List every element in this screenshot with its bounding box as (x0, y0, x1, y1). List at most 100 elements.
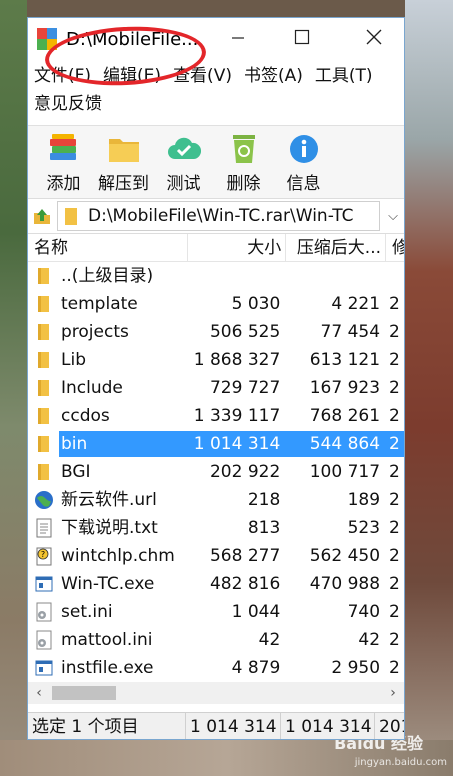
info-button[interactable]: 信息 (274, 133, 333, 198)
file-name-cell: template (28, 291, 188, 317)
file-modified: 2 (389, 406, 400, 426)
folder-icon (34, 406, 54, 426)
file-size: 4 879 (231, 658, 281, 678)
file-row[interactable]: instfile.exe 4 879 2 950 2 (28, 654, 404, 682)
ini-file-icon (34, 602, 54, 622)
column-modified[interactable]: 修 (386, 234, 404, 262)
books-add-icon (49, 134, 76, 160)
path-field[interactable]: D:\MobileFile\Win-TC.rar\Win-TC (57, 201, 380, 231)
file-row[interactable]: ccdos 1 339 117 768 261 2 (28, 402, 404, 430)
file-name: BGI (61, 462, 91, 482)
up-folder-icon[interactable] (31, 205, 53, 227)
file-row[interactable]: 下载说明.txt 813 523 2 (28, 514, 404, 542)
file-packed-size: 4 221 (331, 294, 381, 314)
file-name-cell: bin (28, 431, 188, 457)
file-name: instfile.exe (61, 658, 154, 678)
menu-bar: 文件(F) 编辑(E) 查看(V) 书签(A) 工具(T) 意见反馈 (28, 60, 404, 117)
folder-icon (34, 322, 54, 342)
file-name: mattool.ini (61, 630, 153, 650)
menu-file[interactable]: 文件(F) (34, 63, 91, 89)
menu-feedback[interactable]: 意见反馈 (34, 91, 102, 117)
minimize-button[interactable] (214, 18, 262, 60)
chevron-down-icon[interactable]: ⌵ (382, 209, 404, 224)
file-name: wintchlp.chm (61, 546, 175, 566)
scroll-thumb[interactable] (52, 686, 116, 700)
menu-edit[interactable]: 编辑(E) (103, 63, 161, 89)
info-icon (289, 135, 318, 163)
archive-window: D:\MobileFile... 文件(F) 编辑(E) 查看(V) 书签(A)… (27, 17, 405, 740)
file-name-cell: ccdos (28, 403, 188, 429)
file-modified: 2 (389, 462, 400, 482)
file-name: 新云软件.url (61, 490, 157, 510)
file-size: 482 816 (209, 574, 281, 594)
file-modified (386, 263, 404, 289)
file-name-cell: 新云软件.url (28, 487, 188, 513)
delete-button[interactable]: 删除 (214, 133, 273, 198)
file-name-cell: set.ini (28, 599, 188, 625)
file-modified: 2 (389, 602, 400, 622)
file-packed-size: 613 121 (309, 350, 381, 370)
folder-icon (34, 294, 54, 314)
test-label: 测试 (166, 174, 201, 194)
menu-tools[interactable]: 工具(T) (315, 63, 373, 89)
menu-view[interactable]: 查看(V) (173, 63, 232, 89)
extract-to-button[interactable]: 解压到 (94, 133, 153, 198)
scroll-track[interactable] (50, 682, 382, 704)
file-name-cell: mattool.ini (28, 627, 188, 653)
extract-to-label: 解压到 (98, 174, 149, 194)
file-row[interactable]: Lib 1 868 327 613 121 2 (28, 346, 404, 374)
file-name-cell: ? wintchlp.chm (28, 543, 188, 569)
file-row[interactable]: BGI 202 922 100 717 2 (28, 458, 404, 486)
folder-icon (34, 378, 54, 398)
folder-extract-icon (108, 139, 139, 162)
file-modified: 2 (389, 546, 400, 566)
file-packed-size: 740 (347, 602, 381, 622)
file-name-cell: Win-TC.exe (28, 571, 188, 597)
file-size: 1 339 117 (193, 406, 281, 426)
file-name: ccdos (61, 406, 110, 426)
exe-file-icon (34, 574, 54, 594)
column-name[interactable]: 名称 (28, 233, 188, 262)
scroll-left-icon[interactable]: ‹ (28, 682, 50, 704)
column-packed[interactable]: 压缩后大... (286, 233, 387, 262)
file-row[interactable]: template 5 030 4 221 2 (28, 290, 404, 318)
title-bar[interactable]: D:\MobileFile... (28, 18, 404, 60)
status-date: 201 (379, 716, 404, 737)
file-modified: 2 (389, 518, 400, 538)
add-button[interactable]: 添加 (34, 133, 93, 198)
status-packed: 1 014 314 (281, 713, 375, 739)
file-row[interactable]: 新云软件.url 218 189 2 (28, 486, 404, 514)
close-button[interactable] (350, 18, 398, 60)
file-row[interactable]: bin 1 014 314 544 864 2 (28, 430, 404, 458)
address-bar: D:\MobileFile\Win-TC.rar\Win-TC ⌵ (28, 198, 404, 234)
file-name-cell: Include (28, 375, 188, 401)
menu-bookmarks[interactable]: 书签(A) (244, 63, 303, 89)
file-name-cell: 下载说明.txt (28, 515, 188, 541)
close-icon (366, 29, 382, 50)
file-row[interactable]: ? wintchlp.chm 568 277 562 450 2 (28, 542, 404, 570)
file-name-cell: ..(上级目录) (28, 263, 188, 289)
watermark-url: jingyan.baidu.com (354, 757, 447, 768)
file-row[interactable]: Win-TC.exe 482 816 470 988 2 (28, 570, 404, 598)
cloud-check-icon (167, 137, 201, 159)
folder-icon (34, 434, 54, 454)
toolbar: 添加 解压到 测试 删除 信息 (28, 125, 404, 198)
maximize-icon (294, 29, 310, 50)
horizontal-scrollbar[interactable]: ‹ › (28, 682, 404, 704)
file-row[interactable]: mattool.ini 42 42 2 (28, 626, 404, 654)
desktop-background-right (405, 0, 453, 776)
file-row[interactable]: Include 729 727 167 923 2 (28, 374, 404, 402)
file-row[interactable]: projects 506 525 77 454 2 (28, 318, 404, 346)
test-button[interactable]: 测试 (154, 133, 213, 198)
file-size: 1 868 327 (193, 350, 281, 370)
file-size: 5 030 (231, 294, 281, 314)
maximize-button[interactable] (278, 18, 326, 60)
file-row[interactable]: set.ini 1 044 740 2 (28, 598, 404, 626)
file-list: ..(上级目录) template 5 030 4 221 2 projects 506 5… (28, 262, 404, 682)
file-packed-size: 189 (347, 490, 381, 510)
file-size: 1 044 (231, 602, 281, 622)
file-row[interactable]: ..(上级目录) (28, 262, 404, 290)
scroll-right-icon[interactable]: › (382, 682, 404, 704)
file-name: Lib (61, 350, 86, 370)
column-size[interactable]: 大小 (188, 233, 287, 262)
